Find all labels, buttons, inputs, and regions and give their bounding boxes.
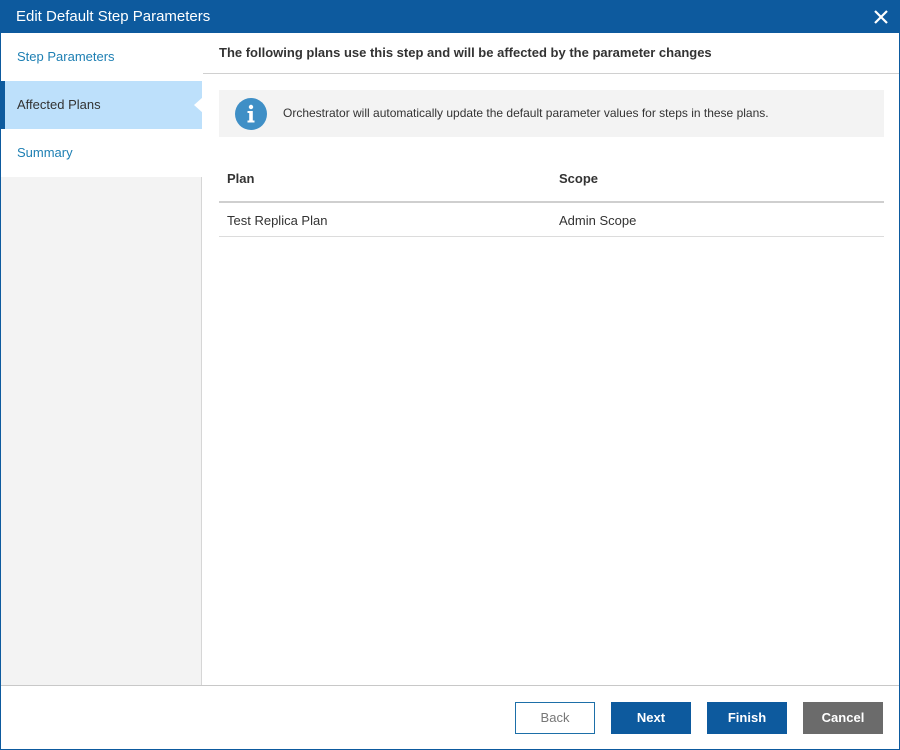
cell-plan: Test Replica Plan: [227, 213, 328, 228]
cancel-button[interactable]: Cancel: [803, 702, 883, 734]
info-banner: Orchestrator will automatically update t…: [219, 90, 884, 137]
cell-scope: Admin Scope: [559, 213, 637, 228]
sidebar-item-affected-plans[interactable]: Affected Plans: [1, 81, 203, 129]
sidebar-item-label: Affected Plans: [17, 97, 101, 112]
close-icon[interactable]: [871, 7, 891, 27]
back-button[interactable]: Back: [515, 702, 595, 734]
info-text: Orchestrator will automatically update t…: [283, 106, 769, 120]
table-row[interactable]: Test Replica Plan Admin Scope: [219, 203, 884, 237]
info-icon: [235, 98, 267, 130]
page-title: The following plans use this step and wi…: [219, 45, 712, 60]
sidebar-item-label: Summary: [17, 145, 73, 160]
active-indicator-notch: [194, 97, 203, 113]
sidebar-item-step-parameters[interactable]: Step Parameters: [1, 33, 202, 81]
next-button[interactable]: Next: [611, 702, 691, 734]
edit-default-step-parameters-dialog: Edit Default Step Parameters Step Parame…: [0, 0, 900, 750]
sidebar-item-label: Step Parameters: [17, 49, 115, 64]
content-header: The following plans use this step and wi…: [203, 33, 899, 74]
dialog-title: Edit Default Step Parameters: [16, 8, 211, 25]
dialog-footer: Back Next Finish Cancel: [1, 685, 899, 749]
title-bar: Edit Default Step Parameters: [1, 1, 899, 33]
column-header-scope[interactable]: Scope: [559, 171, 598, 186]
affected-plans-table: Plan Scope Test Replica Plan Admin Scope: [219, 161, 884, 237]
wizard-steps-sidebar: Step Parameters Affected Plans Summary: [1, 33, 203, 685]
main-content: The following plans use this step and wi…: [203, 33, 899, 685]
table-header: Plan Scope: [219, 161, 884, 203]
finish-button[interactable]: Finish: [707, 702, 787, 734]
column-header-plan[interactable]: Plan: [227, 171, 254, 186]
sidebar-item-summary[interactable]: Summary: [1, 129, 202, 177]
